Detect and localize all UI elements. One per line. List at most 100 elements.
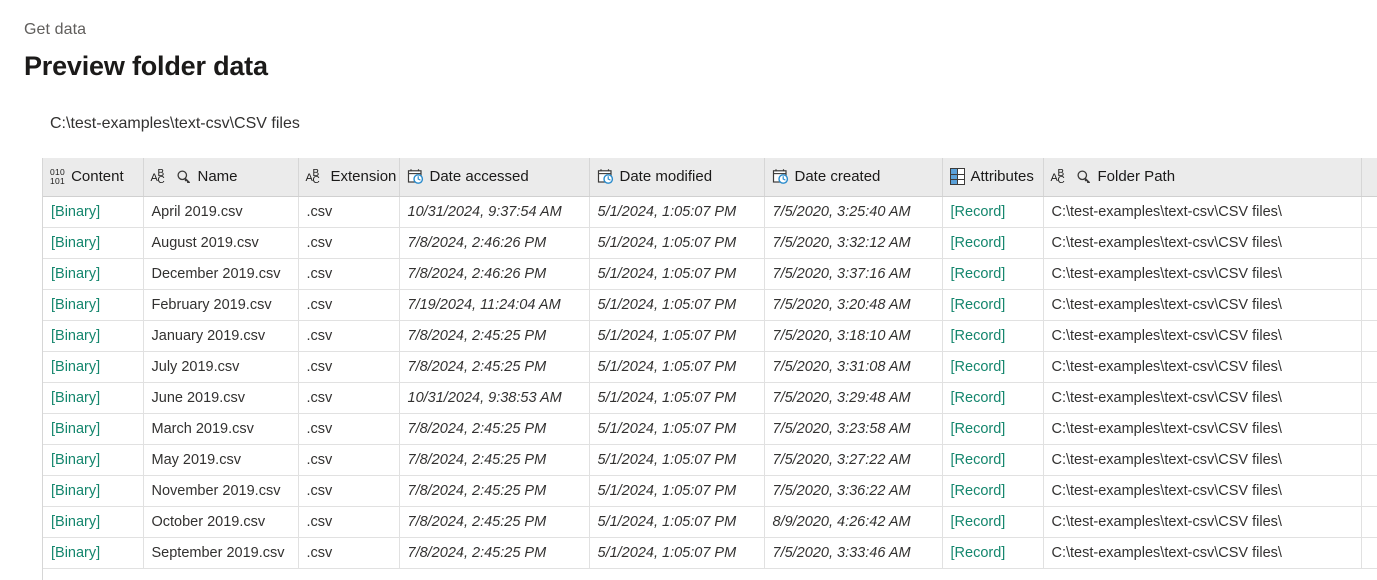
cell-content[interactable]: [Binary] [43, 537, 144, 569]
cell-date-modified: 5/1/2024, 1:05:07 PM [589, 444, 765, 476]
vertical-scrollbar-track[interactable] [1361, 351, 1377, 383]
table-row[interactable]: [Binary] September 2019.csv .csv 7/8/2024, … [43, 537, 1377, 569]
cell-name: June 2019.csv [143, 382, 299, 414]
cell-folder-path: C:\test-examples\text-csv\CSV files\ [1043, 351, 1362, 383]
table-row[interactable]: [Binary] December 2019.csv .csv 7/8/2024, 2… [43, 258, 1377, 290]
table-row[interactable]: [Binary] January 2019.csv .csv 7/8/2024, 2:… [43, 320, 1377, 352]
column-header-extension[interactable]: A B C Extension [298, 158, 400, 197]
cell-attributes[interactable]: [Record] [942, 413, 1044, 445]
vertical-scrollbar-track[interactable] [1361, 320, 1377, 352]
cell-attributes[interactable]: [Record] [942, 227, 1044, 259]
cell-date-modified: 5/1/2024, 1:05:07 PM [589, 537, 765, 569]
vertical-scrollbar-track[interactable] [1361, 227, 1377, 259]
column-header-label: Extension [330, 168, 397, 186]
cell-date-created: 7/5/2020, 3:20:48 AM [764, 289, 943, 321]
cell-name: September 2019.csv [143, 537, 299, 569]
cell-date-modified: 5/1/2024, 1:05:07 PM [589, 320, 765, 352]
table-row[interactable]: [Binary] May 2019.csv .csv 7/8/2024, 2:45:2… [43, 444, 1377, 476]
cell-content[interactable]: [Binary] [43, 475, 144, 507]
column-header-label: Folder Path [1097, 168, 1176, 186]
cell-date-modified: 5/1/2024, 1:05:07 PM [589, 351, 765, 383]
vertical-scrollbar-track[interactable] [1361, 444, 1377, 476]
cell-date-accessed: 7/8/2024, 2:46:26 PM [399, 258, 590, 290]
cell-extension: .csv [298, 320, 400, 352]
table-row[interactable]: [Binary] March 2019.csv .csv 7/8/2024, 2:45… [43, 413, 1377, 445]
breadcrumb: Get data [24, 21, 87, 38]
cell-name: March 2019.csv [143, 413, 299, 445]
cell-folder-path: C:\test-examples\text-csv\CSV files\ [1043, 382, 1362, 414]
calendar-clock-icon [407, 168, 424, 185]
cell-attributes[interactable]: [Record] [942, 196, 1044, 228]
column-header-attributes[interactable]: Attributes [942, 158, 1044, 197]
table-row[interactable]: [Binary] April 2019.csv .csv 10/31/2024, 9:… [43, 196, 1377, 228]
cell-content[interactable]: [Binary] [43, 227, 144, 259]
table-row[interactable]: [Binary] July 2019.csv .csv 7/8/2024, 2:45:… [43, 351, 1377, 383]
cell-content[interactable]: [Binary] [43, 506, 144, 538]
column-header-date-accessed[interactable]: Date accessed [399, 158, 590, 197]
cell-content[interactable]: [Binary] [43, 320, 144, 352]
cell-content[interactable]: [Binary] [43, 258, 144, 290]
vertical-scrollbar-track[interactable] [1361, 506, 1377, 538]
table-header-row: 010 101 Content A B C Name A B C Extensi… [43, 158, 1377, 197]
cell-attributes[interactable]: [Record] [942, 258, 1044, 290]
cell-content[interactable]: [Binary] [43, 351, 144, 383]
folder-path-label: C:\test-examples\text-csv\CSV files [50, 115, 300, 132]
cell-date-modified: 5/1/2024, 1:05:07 PM [589, 258, 765, 290]
cell-attributes[interactable]: [Record] [942, 537, 1044, 569]
cell-attributes[interactable]: [Record] [942, 289, 1044, 321]
cell-content[interactable]: [Binary] [43, 444, 144, 476]
cell-content[interactable]: [Binary] [43, 413, 144, 445]
cell-extension: .csv [298, 475, 400, 507]
abc-icon: A B C [150, 167, 165, 186]
vertical-scrollbar-track[interactable] [1361, 289, 1377, 321]
cell-folder-path: C:\test-examples\text-csv\CSV files\ [1043, 506, 1362, 538]
column-header-folder-path[interactable]: A B C Folder Path [1043, 158, 1362, 197]
cell-content[interactable]: [Binary] [43, 196, 144, 228]
column-header-content[interactable]: 010 101 Content [43, 158, 144, 197]
vertical-scrollbar-track[interactable] [1361, 382, 1377, 414]
grid-bottom-edge [42, 571, 1377, 580]
column-header-name[interactable]: A B C Name [143, 158, 299, 197]
cell-folder-path: C:\test-examples\text-csv\CSV files\ [1043, 227, 1362, 259]
cell-extension: .csv [298, 413, 400, 445]
cell-date-accessed: 7/8/2024, 2:45:25 PM [399, 537, 590, 569]
cell-name: November 2019.csv [143, 475, 299, 507]
cell-date-accessed: 7/19/2024, 11:24:04 AM [399, 289, 590, 321]
column-header-label: Date created [794, 168, 881, 186]
column-header-label: Content [71, 168, 124, 186]
table-row[interactable]: [Binary] November 2019.csv .csv 7/8/2024, 2… [43, 475, 1377, 507]
table-row[interactable]: [Binary] June 2019.csv .csv 10/31/2024, 9:3… [43, 382, 1377, 414]
vertical-scrollbar-track[interactable] [1361, 475, 1377, 507]
cell-attributes[interactable]: [Record] [942, 506, 1044, 538]
cell-date-created: 7/5/2020, 3:27:22 AM [764, 444, 943, 476]
column-header-date-created[interactable]: Date created [764, 158, 943, 197]
cell-content[interactable]: [Binary] [43, 382, 144, 414]
vertical-scrollbar-header-spacer [1361, 158, 1377, 197]
vertical-scrollbar-track[interactable] [1361, 258, 1377, 290]
cell-attributes[interactable]: [Record] [942, 351, 1044, 383]
cell-extension: .csv [298, 196, 400, 228]
vertical-scrollbar-track[interactable] [1361, 413, 1377, 445]
cell-attributes[interactable]: [Record] [942, 382, 1044, 414]
cell-folder-path: C:\test-examples\text-csv\CSV files\ [1043, 289, 1362, 321]
cell-folder-path: C:\test-examples\text-csv\CSV files\ [1043, 258, 1362, 290]
cell-date-created: 7/5/2020, 3:18:10 AM [764, 320, 943, 352]
cell-name: July 2019.csv [143, 351, 299, 383]
cell-date-accessed: 7/8/2024, 2:45:25 PM [399, 413, 590, 445]
cell-attributes[interactable]: [Record] [942, 475, 1044, 507]
cell-content[interactable]: [Binary] [43, 289, 144, 321]
vertical-scrollbar-track[interactable] [1361, 537, 1377, 569]
cell-date-accessed: 10/31/2024, 9:38:53 AM [399, 382, 590, 414]
cell-date-created: 7/5/2020, 3:25:40 AM [764, 196, 943, 228]
table-row[interactable]: [Binary] October 2019.csv .csv 7/8/2024, 2:… [43, 506, 1377, 538]
table-row[interactable]: [Binary] August 2019.csv .csv 7/8/2024, 2:4… [43, 227, 1377, 259]
vertical-scrollbar-track[interactable] [1361, 196, 1377, 228]
cell-name: January 2019.csv [143, 320, 299, 352]
cell-attributes[interactable]: [Record] [942, 320, 1044, 352]
table-row[interactable]: [Binary] February 2019.csv .csv 7/19/2024, … [43, 289, 1377, 321]
cell-attributes[interactable]: [Record] [942, 444, 1044, 476]
cell-name: February 2019.csv [143, 289, 299, 321]
cell-folder-path: C:\test-examples\text-csv\CSV files\ [1043, 413, 1362, 445]
column-header-date-modified[interactable]: Date modified [589, 158, 765, 197]
preview-folder-data-page: Get data Preview folder data C:\test-exa… [0, 0, 1377, 580]
